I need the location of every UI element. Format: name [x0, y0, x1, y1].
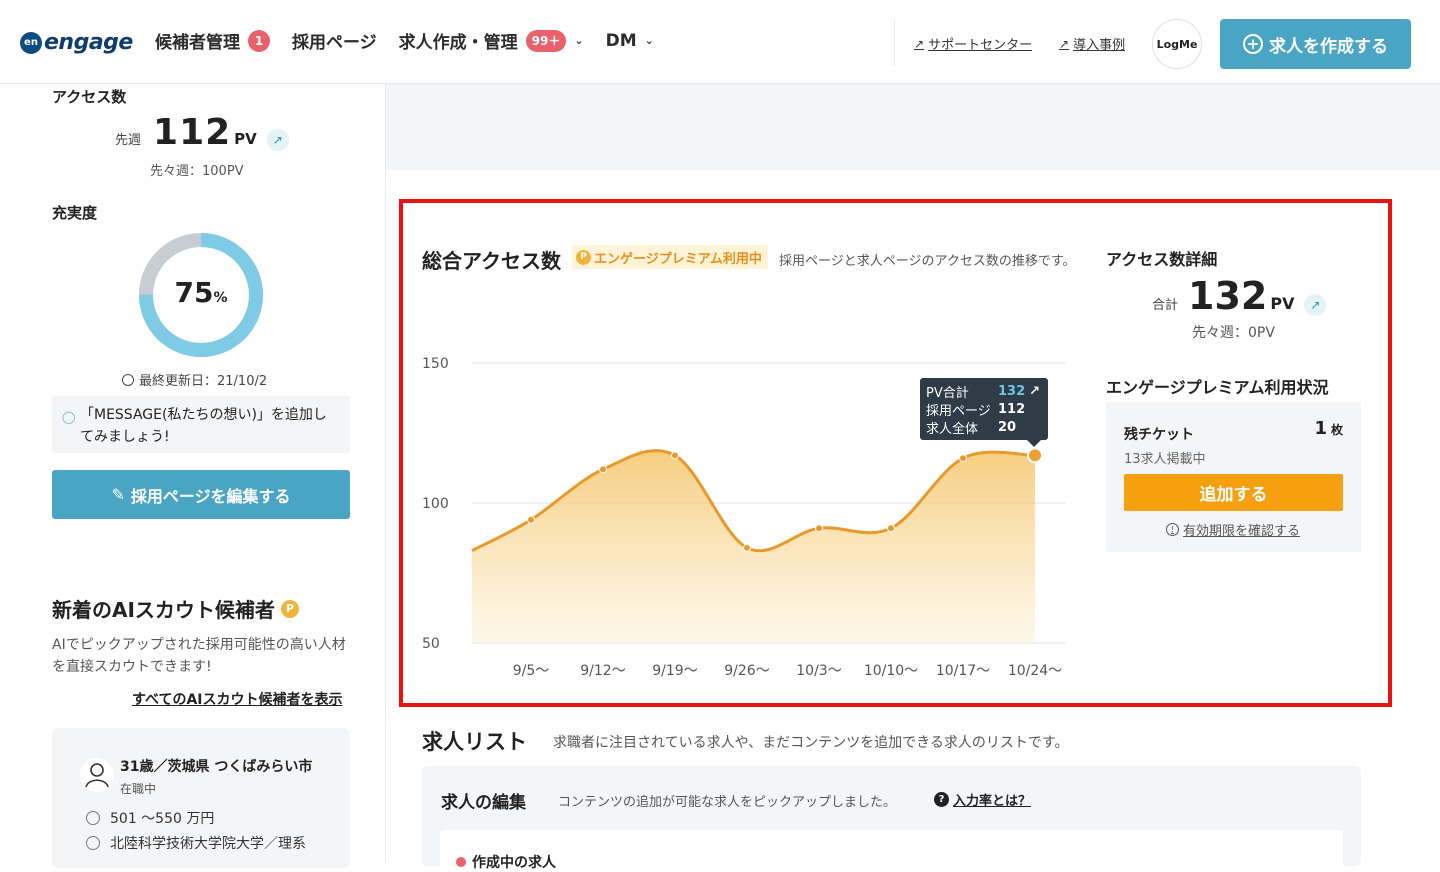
prev-week-pv: 先々週：100PV: [150, 164, 244, 179]
job-management-badge: 99＋: [525, 29, 567, 52]
job-list-title: 求人リスト: [422, 730, 527, 754]
last-week-pv: 先週 112 PV ↗: [115, 112, 289, 153]
draft-jobs-label: 作成中の求人: [456, 852, 556, 872]
fulfillment-number: 75: [174, 276, 214, 309]
logo-mark: en: [20, 31, 42, 54]
input-rate-help-label: 入力率とは？: [953, 794, 1032, 809]
percent-sign: %: [213, 290, 228, 306]
pencil-icon: ✎: [111, 485, 125, 504]
logme-avatar-button[interactable]: LogMe: [1152, 19, 1202, 69]
job-edit-card: 求人の編集 コンテンツの追加が可能な求人をピックアップしました。 ? 入力率とは…: [422, 766, 1361, 871]
nav-dm-label: DM: [605, 30, 637, 51]
candidate-status: 在職中: [120, 782, 157, 796]
job-edit-subtitle: コンテンツの追加が可能な求人をピックアップしました。: [558, 795, 897, 810]
nav-recruit-page[interactable]: 採用ページ: [292, 28, 377, 53]
main-top-band: [386, 84, 1440, 170]
logo-text: engage: [44, 30, 133, 55]
case-studies-label: 導入事例: [1073, 38, 1126, 53]
status-dot: [456, 857, 466, 867]
job-edit-title: 求人の編集: [441, 793, 526, 813]
draft-jobs-card: 作成中の求人: [440, 830, 1343, 872]
top-header: en engage 候補者管理 1 採用ページ 求人作成・管理 99＋ ⌄ DM…: [0, 0, 1440, 84]
suggestion-tip: ◯ 「MESSAGE(私たちの想い)」を追加してみましょう!: [52, 396, 350, 453]
nav-job-management-label: 求人作成・管理: [398, 33, 518, 53]
yen-icon: [86, 811, 100, 825]
ai-scout-title-text: 新着のAIスカウト候補者: [52, 598, 275, 622]
external-link-icon: ↗: [914, 36, 925, 51]
candidate-salary: 501 ～550 万円: [86, 808, 214, 828]
create-job-label: 求人を作成する: [1269, 36, 1388, 57]
last-week-label: 先週: [115, 133, 142, 148]
chevron-down-icon: ⌄: [644, 34, 654, 47]
external-link-icon: ↗: [1059, 36, 1070, 51]
candidate-card[interactable]: 31歳／茨城県 つくばみらい市 在職中 501 ～550 万円 北陸科学技術大学…: [52, 728, 350, 868]
edit-recruit-page-button[interactable]: ✎ 採用ページを編集する: [52, 470, 350, 519]
candidate-school: 北陸科学技術大学院大学／理系: [86, 833, 306, 853]
chevron-down-icon: ⌄: [574, 34, 584, 47]
suggestion-text: 「MESSAGE(私たちの想い)」を追加してみましょう!: [80, 407, 327, 445]
candidate-salary-text: 501 ～550 万円: [110, 811, 215, 827]
trend-up-icon[interactable]: ↗: [266, 129, 289, 151]
person-icon: [80, 758, 114, 792]
plus-circle-icon: +: [1243, 34, 1263, 54]
support-center-label: サポートセンター: [928, 38, 1033, 53]
graduation-cap-icon: [86, 836, 100, 850]
ai-scout-title: 新着のAIスカウト候補者 P: [52, 594, 299, 623]
nav-candidates-label: 候補者管理: [155, 33, 240, 53]
lightbulb-icon: ◯: [62, 410, 76, 424]
edit-recruit-page-label: 採用ページを編集する: [130, 486, 291, 506]
last-updated: 最終更新日：21/10/2: [122, 370, 267, 389]
question-icon: ?: [934, 792, 949, 807]
last-updated-text: 最終更新日：21/10/2: [139, 374, 268, 389]
candidate-profile: 31歳／茨城県 つくばみらい市: [120, 759, 313, 775]
nav-recruit-page-label: 採用ページ: [292, 33, 377, 53]
support-center-link[interactable]: ↗ サポートセンター: [914, 34, 1033, 54]
clock-icon: [122, 373, 134, 386]
highlight-box: [399, 199, 1392, 707]
job-list-subtitle: 求職者に注目されている求人や、まだコンテンツを追加できる求人のリストです。: [553, 735, 1069, 751]
nav-job-management[interactable]: 求人作成・管理 99＋ ⌄: [399, 28, 584, 53]
candidate-school-text: 北陸科学技術大学院大学／理系: [110, 836, 306, 852]
main-nav: 候補者管理 1 採用ページ 求人作成・管理 99＋ ⌄ DM ⌄: [155, 28, 676, 53]
fulfillment-value: 75%: [136, 276, 266, 309]
access-count-title: アクセス数: [52, 88, 127, 106]
premium-coin-icon: P: [280, 599, 299, 618]
fulfillment-title: 充実度: [52, 204, 98, 222]
nav-dm[interactable]: DM ⌄: [606, 31, 654, 51]
pv-unit: PV: [234, 130, 257, 148]
show-all-ai-scout-link[interactable]: すべてのAIスカウト候補者を表示: [132, 689, 343, 709]
input-rate-help-link[interactable]: ? 入力率とは？: [934, 790, 1031, 809]
draft-jobs-text: 作成中の求人: [472, 855, 556, 871]
last-week-pv-value: 112: [153, 112, 232, 153]
case-studies-link[interactable]: ↗ 導入事例: [1059, 34, 1126, 54]
create-job-button[interactable]: + 求人を作成する: [1220, 19, 1411, 69]
candidates-badge: 1: [248, 29, 270, 52]
header-divider: [894, 20, 895, 66]
ai-scout-description: AIでピックアップされた採用可能性の高い人材を直接スカウトできます!: [52, 637, 346, 675]
engage-logo[interactable]: en engage: [20, 30, 133, 55]
nav-candidates[interactable]: 候補者管理 1: [155, 28, 270, 53]
